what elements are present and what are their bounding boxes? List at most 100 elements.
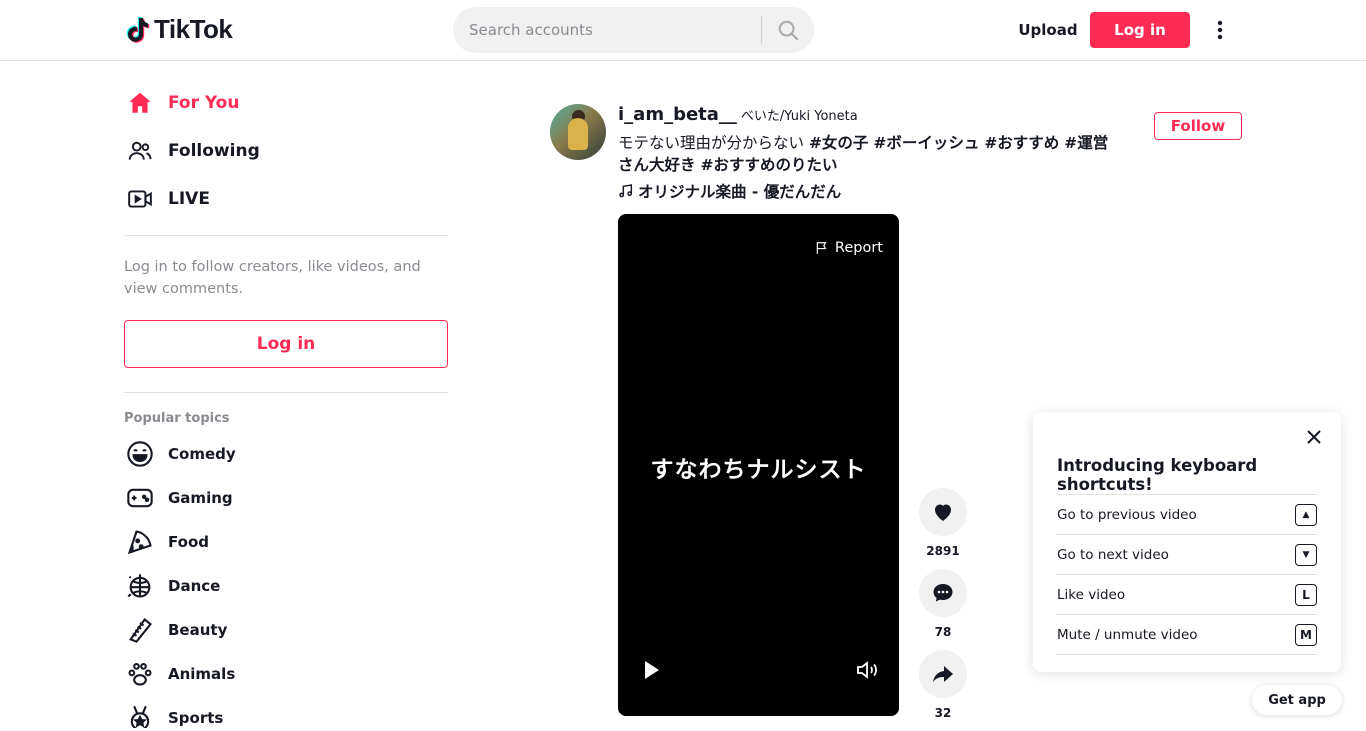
more-options-button[interactable] <box>1208 18 1232 42</box>
video-player[interactable]: Report すなわちナルシスト <box>618 214 899 716</box>
topic-label: Animals <box>168 665 236 683</box>
shortcut-row: Go to previous video ▲ <box>1057 495 1317 535</box>
get-app-button[interactable]: Get app <box>1252 685 1342 715</box>
topic-label: Comedy <box>168 445 236 463</box>
paw-icon <box>124 658 156 690</box>
sidebar-login-button[interactable]: Log in <box>124 320 448 368</box>
upload-link[interactable]: Upload <box>1010 12 1086 48</box>
play-icon[interactable] <box>642 658 662 682</box>
avatar-figure <box>568 118 588 150</box>
topics-list: Comedy Gaming Food Dance Beauty Animals … <box>124 432 448 728</box>
topic-food[interactable]: Food <box>124 520 448 564</box>
shortcut-label: Go to previous video <box>1057 506 1197 523</box>
search-input[interactable] <box>453 7 753 53</box>
comment-button[interactable] <box>919 569 967 617</box>
music-link[interactable]: オリジナル楽曲 - 優だんだん <box>618 180 1118 202</box>
top-header: TikTok Upload Log in <box>0 0 1366 61</box>
shortcuts-list: Go to previous video ▲ Go to next video … <box>1057 494 1317 655</box>
topic-sports[interactable]: Sports <box>124 696 448 728</box>
more-vertical-icon <box>1217 20 1223 40</box>
author-username[interactable]: i_am_beta__ <box>618 104 737 125</box>
nav-following[interactable]: Following <box>124 127 448 175</box>
keyboard-shortcuts-popup: Introducing keyboard shortcuts! Go to pr… <box>1033 412 1341 672</box>
like-count: 2891 <box>926 544 960 558</box>
topic-label: Beauty <box>168 621 228 639</box>
post-info: i_am_beta__ べいた/Yuki Yoneta モテない理由が分からない… <box>618 104 1118 202</box>
topic-label: Food <box>168 533 209 551</box>
users-icon <box>124 135 156 167</box>
logo-text: TikTok <box>154 14 233 44</box>
share-count: 32 <box>934 706 952 720</box>
close-icon <box>1307 430 1321 444</box>
shortcut-row: Go to next video ▼ <box>1057 535 1317 575</box>
video-overlay-text: すなわちナルシスト <box>650 457 867 483</box>
share-button[interactable] <box>919 650 967 698</box>
topic-gaming[interactable]: Gaming <box>124 476 448 520</box>
comment-count: 78 <box>934 625 952 639</box>
video-actions: 2891 78 32 <box>919 488 967 731</box>
music-title: オリジナル楽曲 - 優だんだん <box>638 183 842 201</box>
music-note-icon <box>619 184 633 198</box>
pizza-icon <box>124 526 156 558</box>
header-login-button[interactable]: Log in <box>1090 12 1190 48</box>
heart-icon <box>935 504 951 521</box>
key-down-icon: ▼ <box>1295 543 1317 566</box>
medal-icon <box>124 702 156 728</box>
search-button[interactable] <box>762 7 814 53</box>
hashtag[interactable]: #おすすめ <box>984 134 1059 152</box>
topic-label: Sports <box>168 709 224 727</box>
live-icon <box>124 183 156 215</box>
tiktok-note-icon <box>126 16 150 43</box>
nav-live[interactable]: LIVE <box>124 175 448 223</box>
shortcut-label: Go to next video <box>1057 546 1169 563</box>
smile-icon <box>124 438 156 470</box>
shortcut-label: Mute / unmute video <box>1057 626 1198 643</box>
disco-ball-icon <box>124 570 156 602</box>
comment-action: 78 <box>919 569 967 641</box>
author-nickname[interactable]: べいた/Yuki Yoneta <box>741 105 858 124</box>
sidebar-nav: For You Following LIVE <box>124 79 448 223</box>
post-caption: モテない理由が分からない #女の子 #ボーイッシュ #おすすめ #運営さん大好き… <box>618 132 1118 176</box>
follow-button[interactable]: Follow <box>1154 112 1242 140</box>
flag-icon <box>816 242 827 254</box>
close-button[interactable] <box>1305 428 1323 446</box>
shortcuts-title: Introducing keyboard shortcuts! <box>1057 456 1258 494</box>
key-l-icon: L <box>1295 583 1317 606</box>
report-label: Report <box>834 240 883 256</box>
topic-animals[interactable]: Animals <box>124 652 448 696</box>
comment-icon <box>933 584 953 602</box>
key-m-icon: M <box>1295 623 1317 646</box>
sidebar: For You Following LIVE Log in to follow … <box>124 61 448 728</box>
home-icon <box>124 87 156 119</box>
shortcut-row: Mute / unmute video M <box>1057 615 1317 655</box>
nav-for-you[interactable]: For You <box>124 79 448 127</box>
caption-text: モテない理由が分からない <box>618 134 809 152</box>
login-hint-text: Log in to follow creators, like videos, … <box>124 259 421 297</box>
author-row: i_am_beta__ べいた/Yuki Yoneta <box>618 104 1118 130</box>
hashtag[interactable]: #ボーイッシュ <box>873 134 979 152</box>
comb-icon <box>124 614 156 646</box>
shortcut-label: Like video <box>1057 586 1126 603</box>
search-bar <box>453 7 814 53</box>
topic-beauty[interactable]: Beauty <box>124 608 448 652</box>
share-icon <box>933 666 953 682</box>
nav-label-for-you: For You <box>168 93 240 113</box>
avatar[interactable] <box>550 104 606 160</box>
sidebar-divider <box>124 235 448 236</box>
hashtag[interactable]: #おすすめのりたい <box>700 156 837 174</box>
volume-icon[interactable] <box>855 658 879 682</box>
share-action: 32 <box>919 650 967 722</box>
topic-label: Gaming <box>168 489 233 507</box>
tiktok-logo[interactable]: TikTok <box>126 14 233 45</box>
sidebar-divider <box>124 392 448 393</box>
topic-comedy[interactable]: Comedy <box>124 432 448 476</box>
hashtag[interactable]: #女の子 <box>809 134 869 152</box>
like-action: 2891 <box>919 488 967 560</box>
like-button[interactable] <box>919 488 967 536</box>
search-icon <box>778 20 799 41</box>
report-button[interactable]: Report <box>815 240 883 256</box>
topic-dance[interactable]: Dance <box>124 564 448 608</box>
nav-label-live: LIVE <box>168 189 210 209</box>
popular-topics-title: Popular topics <box>124 411 230 426</box>
gamepad-icon <box>124 482 156 514</box>
